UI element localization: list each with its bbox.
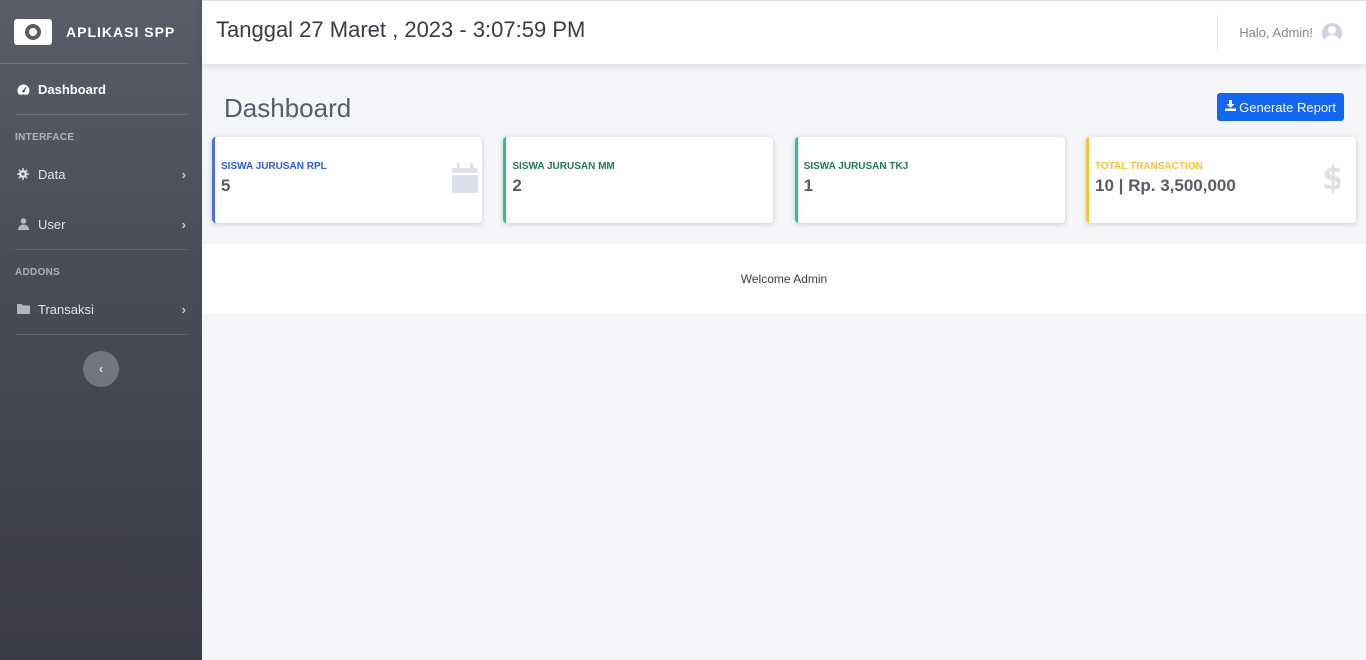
chevron-right-icon: › [181,166,186,182]
sidebar-item-data[interactable]: Data › [0,149,202,199]
chevron-left-icon: ‹ [99,362,103,376]
dollar-icon: $ [1322,159,1344,198]
card-siswa-mm: SISWA JURUSAN MM 2 [503,137,774,223]
card-label: SISWA JURUSAN TKJ [803,161,909,172]
user-greeting: Halo, Admin! [1239,25,1313,40]
topbar: Tanggal 27 Maret , 2023 - 3:07:59 PM Hal… [202,0,1366,64]
sidebar: APLIKASI SPP Dashboard INTERFACE Data › … [0,0,202,660]
card-value: 1 [803,176,814,195]
sidebar-item-label: Transaksi [38,301,94,317]
tachometer-icon [16,84,30,95]
gear-icon [16,168,30,180]
sidebar-toggle-button[interactable]: ‹ [83,351,119,387]
user-avatar-icon [1322,22,1342,43]
brand-title: APLIKASI SPP [66,23,176,40]
brand[interactable]: APLIKASI SPP [0,0,187,64]
welcome-text: Welcome Admin [740,272,828,286]
card-label: SISWA JURUSAN MM [512,161,615,172]
sidebar-item-label: Dashboard [38,81,106,97]
generate-report-label: Generate Report [1239,99,1336,115]
page-header: Dashboard Generate Report [202,64,1366,136]
card-label: SISWA JURUSAN RPL [221,161,327,172]
sidebar-heading-addons: ADDONS [15,267,61,278]
welcome-panel: Welcome Admin [202,244,1366,314]
folder-icon [16,304,30,314]
user-dropdown[interactable]: Halo, Admin! [1239,22,1366,43]
stat-cards: SISWA JURUSAN RPL 5 SISWA JURUSAN MM 2 S… [212,137,1356,223]
main-content: Dashboard Generate Report SISWA JURUSAN … [202,64,1366,660]
chevron-right-icon: › [181,216,186,232]
card-total-transaction: TOTAL TRANSACTION 10 | Rp. 3,500,000 $ [1085,137,1356,223]
datetime-display: Tanggal 27 Maret , 2023 - 3:07:59 PM [216,16,586,42]
sidebar-item-label: User [38,216,66,232]
download-icon [1225,100,1237,114]
card-value: 10 | Rp. 3,500,000 [1094,176,1236,195]
sidebar-heading-interface: INTERFACE [15,132,75,143]
svg-text:$: $ [1322,161,1340,193]
card-label: TOTAL TRANSACTION [1094,161,1203,172]
sidebar-item-label: Data [38,166,66,182]
sidebar-item-transaksi[interactable]: Transaksi › [0,284,202,334]
chevron-right-icon: › [181,301,186,317]
card-value: 5 [221,176,231,195]
card-siswa-rpl: SISWA JURUSAN RPL 5 [212,137,482,223]
sidebar-item-user[interactable]: User › [0,199,202,249]
card-siswa-tkj: SISWA JURUSAN TKJ 1 [794,137,1065,223]
page-title: Dashboard [224,92,352,123]
user-icon [16,218,30,230]
sidebar-toggle-wrap: ‹ [0,335,202,387]
calendar-icon [452,163,478,198]
money-bill-icon [14,18,52,45]
generate-report-button[interactable]: Generate Report [1217,93,1344,121]
topbar-divider [1217,14,1219,51]
sidebar-item-dashboard[interactable]: Dashboard [0,64,202,114]
card-value: 2 [512,176,522,195]
